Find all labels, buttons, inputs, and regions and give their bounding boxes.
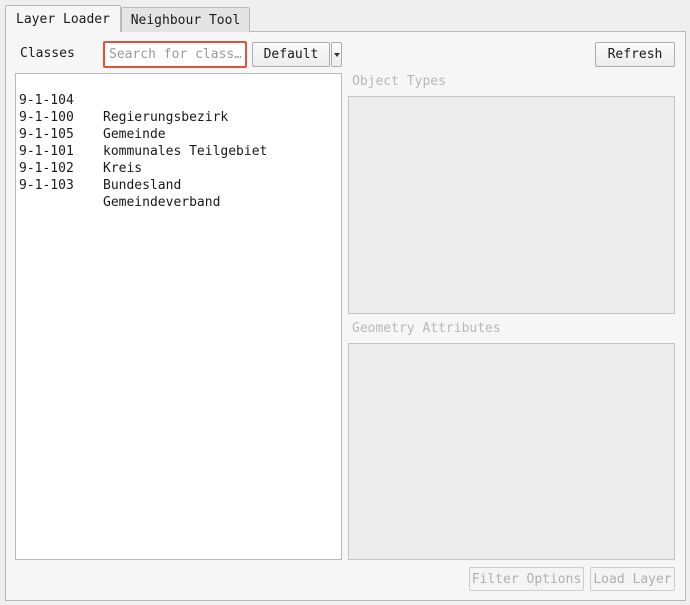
classes-list[interactable]: 9-1-104 Regierungsbezirk 9-1-100 Gemeind… — [15, 73, 342, 560]
list-item[interactable]: 9-1-103 Gemeindeverband — [19, 160, 220, 210]
class-name: Kreis — [103, 161, 143, 176]
list-item[interactable]: 9-1-102 Bundesland — [19, 143, 181, 193]
preset-select-button[interactable]: Default — [252, 42, 330, 67]
list-item[interactable]: 9-1-105 kommunales Teilgebiet — [19, 109, 267, 159]
class-code: 9-1-103 — [19, 178, 74, 193]
refresh-button[interactable]: Refresh — [595, 42, 675, 67]
class-name: Gemeinde — [103, 127, 166, 142]
list-item[interactable]: 9-1-104 Regierungsbezirk — [19, 75, 228, 125]
chevron-down-icon — [333, 52, 340, 57]
class-name: Regierungsbezirk — [103, 110, 229, 125]
class-name: Gemeindeverband — [103, 195, 221, 210]
preset-select-label: Default — [263, 47, 319, 62]
object-types-list[interactable] — [348, 96, 675, 314]
tab-layer-loader-label: Layer Loader — [16, 11, 110, 27]
refresh-button-label: Refresh — [607, 47, 663, 62]
preset-dropdown-button[interactable] — [331, 42, 342, 67]
tab-neighbour-tool-label: Neighbour Tool — [130, 12, 241, 28]
class-name: Bundesland — [103, 178, 182, 193]
geometry-attributes-label: Geometry Attributes — [352, 321, 501, 336]
geometry-attributes-list[interactable] — [348, 343, 675, 560]
load-layer-button[interactable]: Load Layer — [590, 567, 675, 591]
load-layer-label: Load Layer — [593, 571, 672, 587]
list-item[interactable]: 9-1-101 Kreis — [19, 126, 142, 176]
object-types-label: Object Types — [352, 74, 446, 89]
classes-label: Classes — [20, 46, 75, 61]
class-name: kommunales Teilgebiet — [103, 144, 268, 159]
tab-layer-loader[interactable]: Layer Loader — [5, 5, 121, 32]
tab-neighbour-tool[interactable]: Neighbour Tool — [121, 7, 250, 32]
list-item[interactable]: 9-1-100 Gemeinde — [19, 92, 166, 142]
filter-options-label: Filter Options — [471, 571, 582, 587]
filter-options-button[interactable]: Filter Options — [469, 567, 584, 591]
class-search-input[interactable] — [103, 41, 247, 68]
